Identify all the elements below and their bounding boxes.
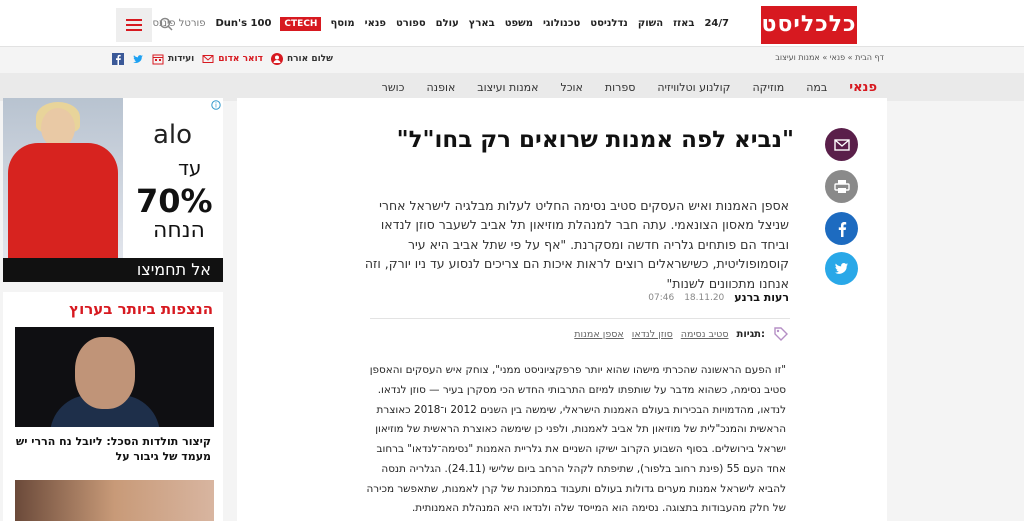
ad-photo <box>3 98 123 282</box>
envelope-icon <box>833 138 850 151</box>
ctech-link[interactable]: CTECH <box>280 16 322 31</box>
section-item-art-design[interactable]: אמנות ועיצוב <box>466 81 549 94</box>
section-bar: פנאי במה מוזיקה קולנוע וטלוויזיה ספרות א… <box>0 73 1024 101</box>
most-viewed-box: הנצפות ביותר בערוץ קיצור תולדות הסכל: לי… <box>3 292 223 521</box>
page: { "header": { "logo": "כלכליסט", "nav": … <box>0 0 1024 521</box>
greeting-label: שלום אורח <box>286 54 333 64</box>
top-header: כלכליסט 24/7 באזז השוק נדלניסט טכנולוגי … <box>0 0 1024 47</box>
article-paragraph: "זו הפעם הראשונה שהכרתי מישהו שהוא יותר … <box>366 364 786 515</box>
nav-item-law[interactable]: משפט <box>500 18 538 29</box>
menu-icon-line <box>126 19 142 21</box>
article-title: "נביא לפה אמנות שרואים רק בחו"ל" <box>396 127 794 153</box>
section-item-food[interactable]: אוכל <box>549 81 593 94</box>
financial-portal-link[interactable]: פורטל פיננסי <box>145 18 210 29</box>
ad-text-discount: הנחה <box>153 218 205 243</box>
most-viewed-title: הנצפות ביותר בערוץ <box>69 300 213 318</box>
twitter-icon[interactable] <box>132 53 144 65</box>
user-icon <box>270 53 283 65</box>
ad-choices-icon[interactable]: i <box>211 100 221 110</box>
red-mail-link[interactable]: דואר אדום <box>202 53 263 65</box>
nav-item-world[interactable]: עולם <box>431 18 464 29</box>
article-body: "זו הפעם הראשונה שהכרתי מישהו שהוא יותר … <box>366 361 786 519</box>
menu-icon-line <box>126 24 142 26</box>
section-item-literature[interactable]: ספרות <box>594 81 646 94</box>
most-viewed-image-2[interactable] <box>15 480 214 521</box>
tags-label: תגיות: <box>736 328 765 340</box>
tag-icon <box>774 327 788 341</box>
section-item-music[interactable]: מוזיקה <box>742 81 796 94</box>
most-viewed-image[interactable] <box>15 327 214 427</box>
nav-item-market[interactable]: השוק <box>633 18 668 29</box>
article-date: 18.11.20 <box>684 292 725 303</box>
site-logo[interactable]: כלכליסט <box>761 6 857 44</box>
search-icon[interactable] <box>158 16 174 32</box>
events-link[interactable]: ועידות <box>152 53 194 65</box>
guest-login[interactable]: שלום אורח <box>270 53 333 65</box>
divider <box>370 318 790 319</box>
facebook-share-button[interactable] <box>825 212 858 245</box>
printer-icon <box>833 180 850 193</box>
twitter-icon <box>835 263 848 274</box>
ad-brand-logo: alo <box>153 120 193 150</box>
section-title[interactable]: פנאי <box>838 80 888 95</box>
article-lead: אספן האמנות ואיש העסקים סטיב נסימה החליט… <box>364 198 789 291</box>
tag-link[interactable]: אספן אמנות <box>574 329 624 340</box>
author-name[interactable]: רעות ברנע <box>734 291 789 304</box>
section-nav: פנאי במה מוזיקה קולנוע וטלוויזיה ספרות א… <box>371 73 888 101</box>
facebook-icon <box>838 221 846 237</box>
breadcrumb[interactable]: דף הבית » פנאי » אמנות ועיצוב <box>775 53 884 62</box>
mail-icon <box>202 55 214 63</box>
advertisement[interactable]: i alo עד 70% הנחה אל תחמיצו <box>3 98 223 282</box>
nav-item-24-7[interactable]: 24/7 <box>699 18 734 29</box>
section-item-fashion[interactable]: אופנה <box>415 81 466 94</box>
nav-item-supplement[interactable]: מוסף <box>325 18 359 29</box>
red-mail-label: דואר אדום <box>218 54 263 64</box>
svg-text:i: i <box>215 102 217 110</box>
ad-text-upto: עד <box>178 156 202 180</box>
print-button[interactable] <box>825 170 858 203</box>
nav-item-leisure[interactable]: פנאי <box>360 18 391 29</box>
nav-item-israel[interactable]: בארץ <box>464 18 500 29</box>
section-item-fitness[interactable]: כושר <box>371 81 416 94</box>
ad-model-face <box>41 108 75 148</box>
nav-item-tech[interactable]: טכנולוגי <box>538 18 585 29</box>
section-item-stage[interactable]: במה <box>795 81 838 94</box>
article-time: 07:46 <box>648 292 675 303</box>
image-face <box>75 337 135 409</box>
section-item-film-tv[interactable]: קולנוע וטלוויזיה <box>646 81 741 94</box>
menu-icon-line <box>126 29 142 31</box>
main-nav: 24/7 באזז השוק נדלניסט טכנולוגי משפט באר… <box>145 0 734 47</box>
most-viewed-headline[interactable]: קיצור תולדות הסכל: ליובל נח הררי יש מעמד… <box>12 434 211 465</box>
duns-link[interactable]: Dun's 100 <box>211 18 277 29</box>
email-share-button[interactable] <box>825 128 858 161</box>
facebook-icon[interactable] <box>112 53 124 65</box>
calendar-icon <box>152 54 164 65</box>
tag-link[interactable]: סטיב נסימה <box>681 329 729 340</box>
user-bar: ועידות דואר אדום שלום אורח <box>112 50 333 68</box>
ad-cta-button[interactable]: אל תחמיצו <box>3 258 223 282</box>
nav-item-buzz[interactable]: באזז <box>668 18 699 29</box>
nav-item-nadlanist[interactable]: נדלניסט <box>585 18 633 29</box>
tag-link[interactable]: סוזן לנדאו <box>632 329 673 340</box>
events-label: ועידות <box>168 54 195 64</box>
ad-text-percent: 70% <box>136 182 213 220</box>
tags-row: תגיות: סטיב נסימה סוזן לנדאו אספן אמנות <box>574 326 789 342</box>
nav-item-sport[interactable]: ספורט <box>391 18 431 29</box>
article-meta: רעות ברנע 18.11.20 07:46 <box>648 291 789 304</box>
twitter-share-button[interactable] <box>825 252 858 285</box>
menu-button[interactable] <box>116 8 152 42</box>
